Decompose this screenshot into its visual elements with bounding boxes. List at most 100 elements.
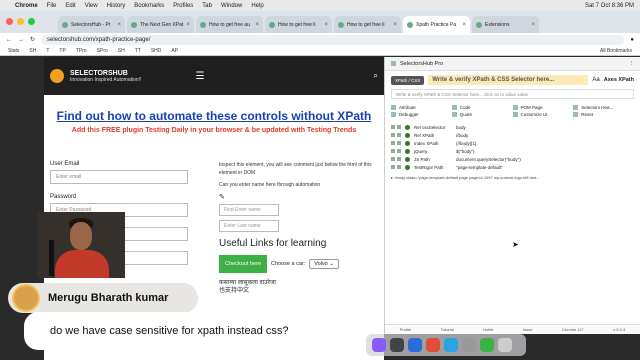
copy-icon[interactable] xyxy=(397,133,401,137)
bookmark-item[interactable]: TP xyxy=(59,48,65,54)
menu-customize[interactable]: Customize UI xyxy=(512,112,574,117)
menu-history[interactable]: History xyxy=(107,3,126,9)
close-icon[interactable]: × xyxy=(393,22,397,28)
close-icon[interactable]: × xyxy=(117,22,121,28)
footer-tutorial[interactable]: Tutorial xyxy=(441,327,454,332)
copy-icon[interactable] xyxy=(397,149,401,153)
menu-window[interactable]: Window xyxy=(221,3,242,9)
menu-quote[interactable]: Quote xyxy=(451,112,513,117)
result-key: jQuery xyxy=(414,148,428,154)
selectorshub-logo[interactable] xyxy=(50,69,64,83)
menu-reset[interactable]: Reset xyxy=(573,112,634,117)
menu-selectors-heading[interactable]: Selectors Hea... xyxy=(573,105,634,110)
menu-debugger[interactable]: Debugger xyxy=(391,112,452,117)
edit-icon[interactable] xyxy=(391,165,395,169)
reload-icon[interactable]: ↻ xyxy=(30,36,35,43)
bookmark-item[interactable]: TT xyxy=(135,48,141,54)
result-value[interactable]: "page-template-default" xyxy=(456,165,503,170)
result-value[interactable]: //body xyxy=(456,133,468,138)
bookmark-item[interactable]: AP xyxy=(171,48,178,54)
edit-icon[interactable] xyxy=(391,157,395,161)
edit-icon[interactable] xyxy=(391,125,395,129)
bookmark-item[interactable]: SPro xyxy=(97,48,108,54)
tab-4[interactable]: How to get free li × xyxy=(334,16,401,33)
forward-icon[interactable]: → xyxy=(18,37,24,43)
close-icon[interactable]: × xyxy=(255,22,259,28)
email-field[interactable]: Enter email xyxy=(50,170,188,184)
all-bookmarks[interactable]: All Bookmarks xyxy=(600,48,632,54)
menu-attribute[interactable]: Attribute xyxy=(391,105,452,110)
edit-icon[interactable] xyxy=(391,133,395,137)
dock-app-icon[interactable] xyxy=(372,338,386,352)
zoom-window-icon[interactable] xyxy=(28,18,35,25)
presenter-webcam xyxy=(37,212,125,278)
close-window-icon[interactable] xyxy=(6,18,13,25)
tab-1[interactable]: The Next Gen XPat × xyxy=(127,16,194,33)
trash-icon[interactable] xyxy=(498,338,512,352)
dock-app-icon[interactable] xyxy=(444,338,458,352)
edit-icon[interactable] xyxy=(391,149,395,153)
copy-icon[interactable] xyxy=(397,157,401,161)
bookmark-item[interactable]: Stats xyxy=(8,48,19,54)
axes-xpath-button[interactable]: Axes XPath xyxy=(604,77,634,83)
count-badge xyxy=(405,156,410,162)
result-value[interactable]: $("body") xyxy=(456,149,474,154)
footer-hotfix[interactable]: Hotfix xyxy=(483,327,493,332)
result-value[interactable]: (//body)[1] xyxy=(456,141,476,146)
copy-icon[interactable] xyxy=(397,165,401,169)
last-name-field[interactable]: Enter Last name xyxy=(219,220,279,232)
footer-profile[interactable]: Profile xyxy=(400,327,411,332)
case-toggle[interactable]: Aa xyxy=(592,77,599,83)
tab-6[interactable]: Extensions × xyxy=(472,16,539,33)
result-value[interactable]: body xyxy=(456,125,466,130)
menu-chrome[interactable]: Chrome xyxy=(15,3,38,9)
dock-app-icon[interactable] xyxy=(480,338,494,352)
first-name-field[interactable]: First Enter name xyxy=(219,204,279,216)
url-field[interactable]: selectorshub.com/xpath-practice-page/ xyxy=(41,34,625,45)
close-icon[interactable]: × xyxy=(324,22,328,28)
tab-3[interactable]: How to get free li × xyxy=(265,16,332,33)
bookmark-item[interactable]: T xyxy=(46,48,49,54)
dock-app-icon[interactable] xyxy=(426,338,440,352)
close-icon[interactable]: × xyxy=(462,22,466,28)
search-icon[interactable]: ⌕ xyxy=(374,71,378,81)
car-select[interactable]: Volvo ⌄ xyxy=(309,259,339,269)
menu-code[interactable]: Code xyxy=(451,105,513,110)
menu-edit[interactable]: Edit xyxy=(65,3,75,9)
footer-issue[interactable]: Issue xyxy=(523,327,533,332)
tab-2[interactable]: How to get free au × xyxy=(196,16,263,33)
close-icon[interactable]: × xyxy=(186,22,190,28)
tab-0[interactable]: SelectorsHub - Pr × xyxy=(58,16,125,33)
profile-icon[interactable]: ● xyxy=(630,37,634,43)
edit-icon[interactable] xyxy=(391,141,395,145)
bookmark-item[interactable]: SHD xyxy=(151,48,162,54)
checkout-button[interactable]: Checkout here xyxy=(219,255,267,273)
bookmark-item[interactable]: SH xyxy=(29,48,36,54)
menu-pom[interactable]: POM Page xyxy=(512,105,574,110)
dom-snippet[interactable]: ▸ <body class="page-template-default pag… xyxy=(391,175,634,180)
dock-app-icon[interactable] xyxy=(462,338,476,352)
page-headline[interactable]: Find out how to automate these controls … xyxy=(44,109,384,123)
result-value[interactable]: document.querySelector("body") xyxy=(456,157,521,162)
menu-help[interactable]: Help xyxy=(251,3,263,9)
minimize-window-icon[interactable] xyxy=(17,18,24,25)
menu-bookmarks[interactable]: Bookmarks xyxy=(134,3,164,9)
selector-input[interactable]: Write & verify XPath & CSS Selector here… xyxy=(391,89,634,99)
bookmark-item[interactable]: TPro xyxy=(76,48,87,54)
bookmark-item[interactable]: SH xyxy=(118,48,125,54)
dock-app-icon[interactable] xyxy=(408,338,422,352)
dock-app-icon[interactable] xyxy=(390,338,404,352)
hamburger-menu-icon[interactable]: ☰ xyxy=(195,71,204,82)
menu-view[interactable]: View xyxy=(85,3,98,9)
mode-toggle[interactable]: XPath / CSS xyxy=(391,75,425,85)
more-icon[interactable]: ⋮ xyxy=(629,61,635,67)
copy-icon[interactable] xyxy=(397,125,401,129)
tab-5-active[interactable]: Xpath Practice Pa × xyxy=(403,16,470,33)
back-icon[interactable]: ← xyxy=(6,37,12,43)
menu-file[interactable]: File xyxy=(47,3,57,9)
close-icon[interactable]: × xyxy=(531,22,535,28)
menu-tab[interactable]: Tab xyxy=(202,3,212,9)
copy-icon[interactable] xyxy=(397,141,401,145)
menu-profiles[interactable]: Profiles xyxy=(173,3,193,9)
edit-icon[interactable]: ✎ xyxy=(219,193,384,201)
